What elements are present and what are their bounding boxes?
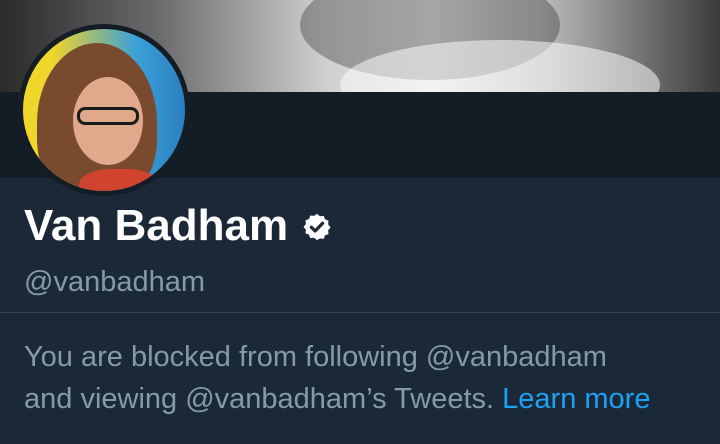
- profile-handle: @vanbadham: [24, 266, 205, 298]
- divider: [0, 312, 720, 313]
- avatar[interactable]: [18, 24, 190, 196]
- learn-more-link[interactable]: Learn more: [502, 383, 650, 415]
- profile-info: Van Badham @vanbadham: [0, 178, 720, 312]
- blocked-notice: You are blocked from following @vanbadha…: [24, 336, 704, 420]
- name-row: Van Badham: [24, 200, 332, 252]
- avatar-glasses: [77, 107, 139, 125]
- profile-name: Van Badham: [24, 201, 289, 250]
- verified-badge-icon: [303, 213, 331, 241]
- blocked-notice-line1: You are blocked from following @vanbadha…: [24, 341, 607, 373]
- blocked-notice-line2: and viewing @vanbadham’s Tweets.: [24, 383, 495, 415]
